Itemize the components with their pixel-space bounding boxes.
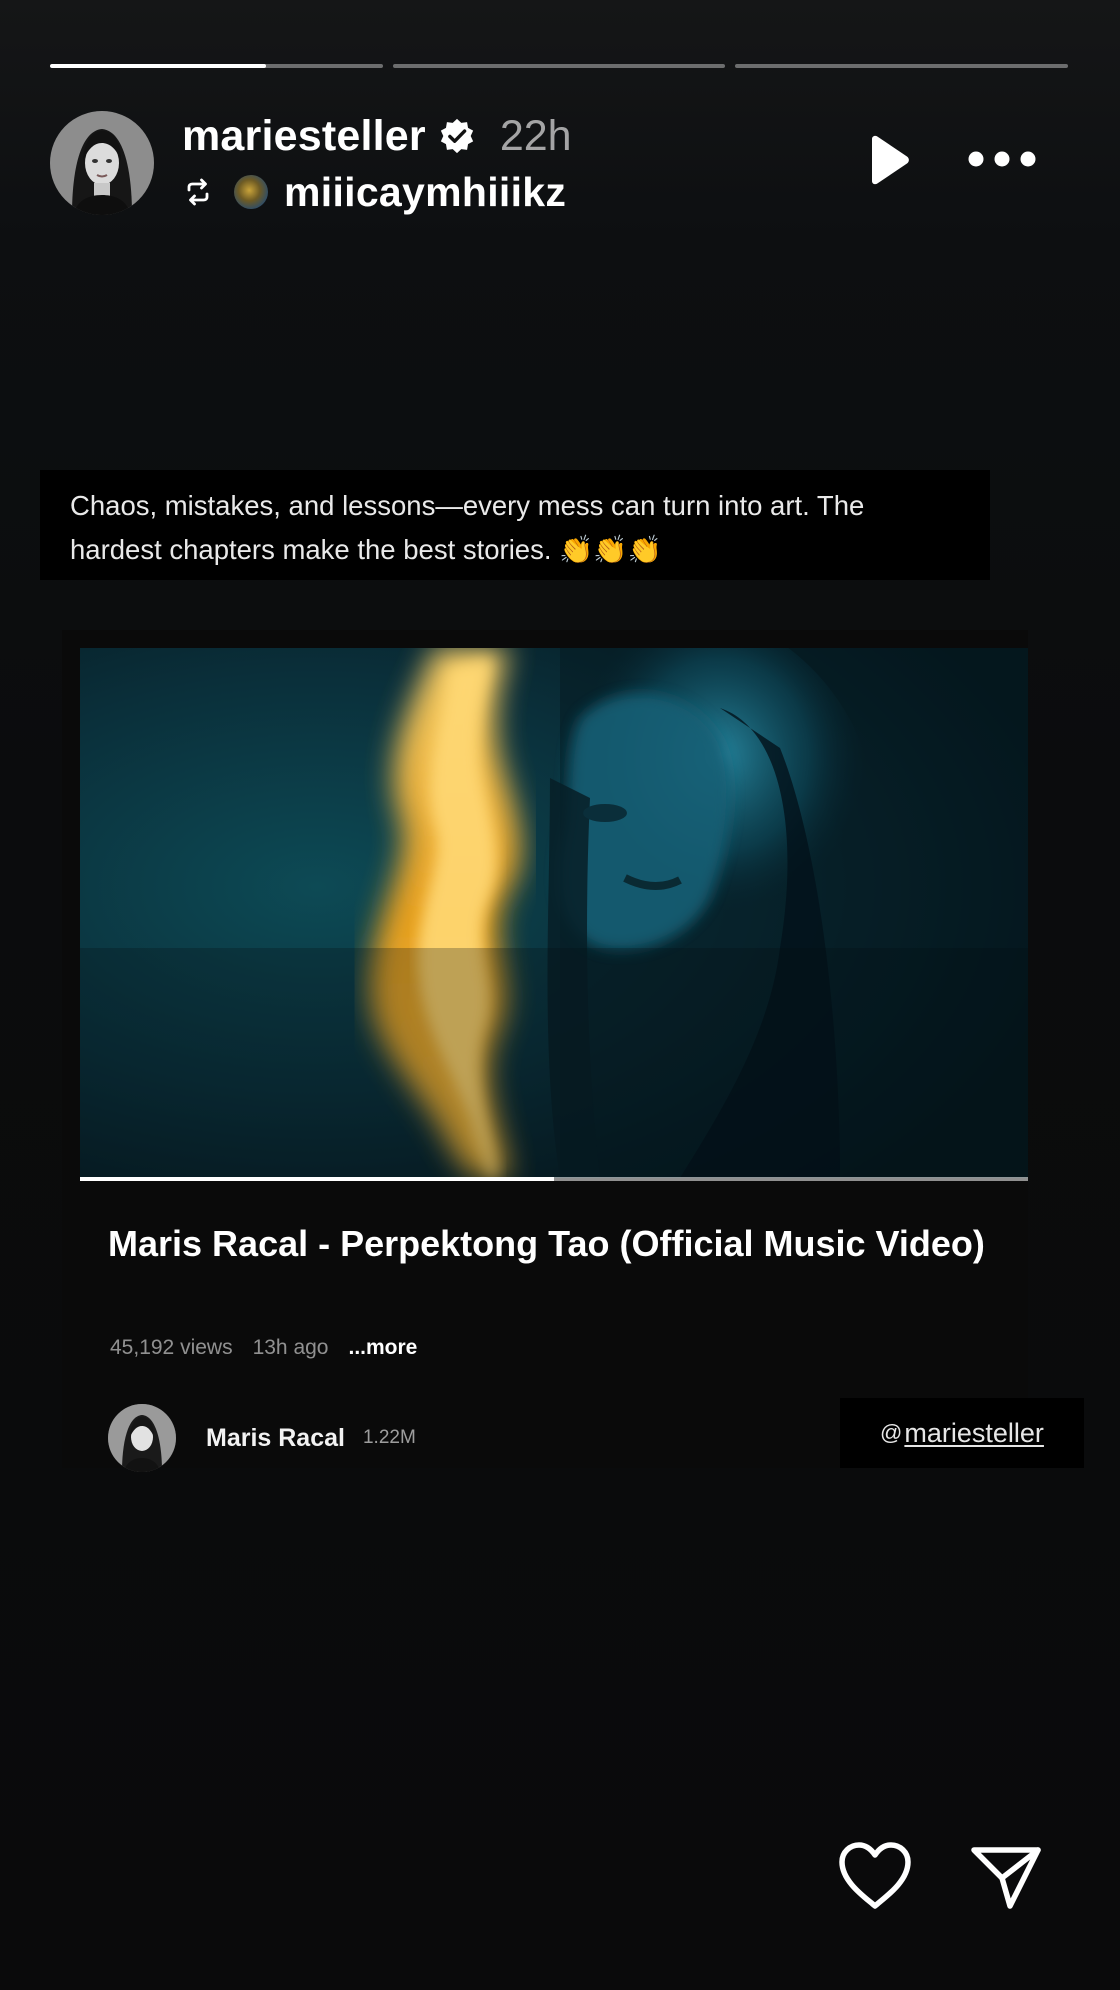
more-options-icon[interactable]	[966, 148, 1038, 170]
user-line: mariesteller 22h	[182, 110, 572, 162]
video-title[interactable]: Maris Racal - Perpektong Tao (Official M…	[108, 1220, 1008, 1268]
at-symbol-icon: @	[880, 1420, 903, 1445]
more-link[interactable]: ...more	[349, 1336, 418, 1360]
repost-icon	[187, 178, 209, 206]
verified-badge-icon	[440, 118, 473, 154]
post-age: 13h ago	[252, 1336, 329, 1359]
video-seek-bar[interactable]	[80, 1177, 1028, 1181]
heart-icon[interactable]	[836, 1840, 914, 1912]
video-seek-progress	[80, 1177, 554, 1181]
user-avatar[interactable]	[50, 111, 154, 215]
view-count: 45,192 views	[110, 1336, 233, 1359]
caption-line-2: hardest chapters make the best stories. …	[70, 534, 662, 565]
youtube-video-card[interactable]: Maris Racal - Perpektong Tao (Official M…	[62, 630, 1028, 1472]
username[interactable]: mariesteller	[182, 112, 426, 161]
channel-row[interactable]: Maris Racal 1.22M	[108, 1404, 416, 1472]
story-progress-bar	[50, 64, 1069, 69]
channel-avatar-portrait-icon	[108, 1404, 176, 1472]
post-time: 22h	[499, 111, 572, 160]
mention-handle[interactable]: mariesteller	[904, 1418, 1044, 1449]
send-icon[interactable]	[968, 1842, 1044, 1912]
progress-segment-2	[392, 64, 726, 68]
progress-segment-3	[735, 64, 1069, 68]
mention-sticker[interactable]: @ mariesteller	[840, 1398, 1084, 1468]
progress-segment-1	[50, 64, 383, 68]
reposted-user-avatar[interactable]	[234, 175, 268, 209]
progress-segment-fill	[50, 64, 267, 68]
channel-avatar[interactable]	[108, 1404, 176, 1472]
video-thumbnail[interactable]	[80, 648, 1028, 1178]
avatar-portrait-icon	[50, 111, 154, 215]
video-frame-image	[80, 648, 1028, 1178]
reposted-username[interactable]: miiicaymhiiikz	[284, 169, 566, 216]
story-header: mariesteller 22h miiicaymhiiikz	[50, 108, 1070, 218]
story-caption: Chaos, mistakes, and lessons—every mess …	[40, 470, 990, 580]
play-icon[interactable]	[864, 134, 912, 186]
caption-line-1: Chaos, mistakes, and lessons—every mess …	[70, 490, 865, 521]
channel-name[interactable]: Maris Racal	[206, 1424, 345, 1453]
repost-line: miiicaymhiiikz	[182, 168, 566, 216]
channel-subscribers: 1.22M	[362, 1427, 416, 1448]
video-meta: 45,192 views 13h ago ...more	[110, 1336, 437, 1360]
